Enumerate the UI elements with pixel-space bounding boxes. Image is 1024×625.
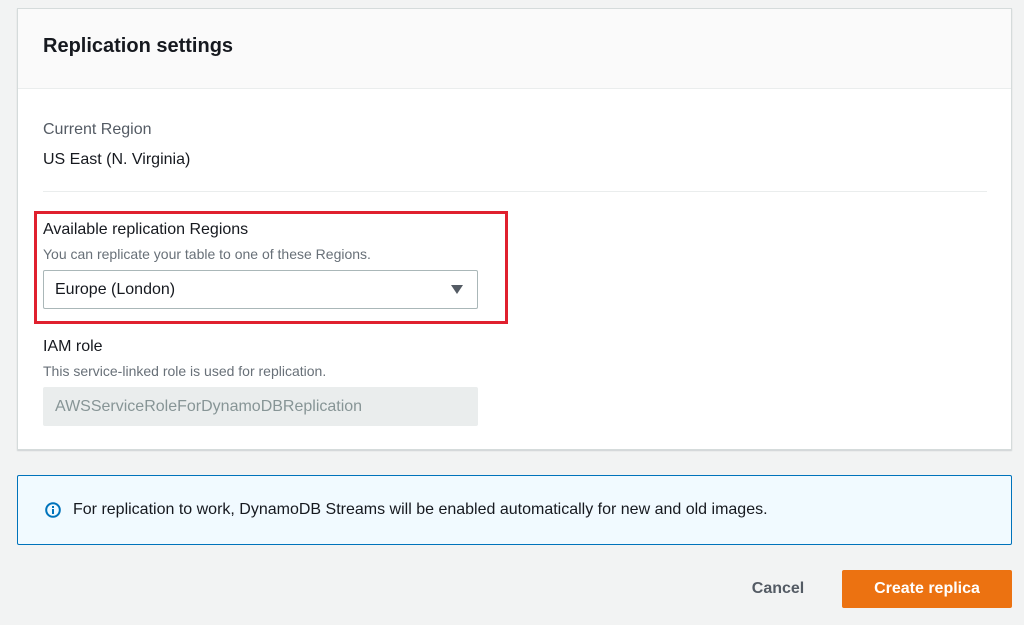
iam-role-description: This service-linked role is used for rep… — [43, 363, 327, 379]
cancel-button[interactable]: Cancel — [735, 570, 821, 608]
info-icon — [45, 502, 61, 518]
current-region-value: US East (N. Virginia) — [43, 151, 191, 168]
info-alert: For replication to work, DynamoDB Stream… — [17, 475, 1012, 545]
iam-role-label: IAM role — [43, 338, 103, 355]
replication-settings-panel: Replication settings Current Region US E… — [17, 8, 1012, 450]
available-regions-description: You can replicate your table to one of t… — [43, 246, 371, 262]
create-replica-button[interactable]: Create replica — [842, 570, 1012, 608]
info-text: For replication to work, DynamoDB Stream… — [73, 501, 768, 518]
section-divider — [43, 191, 987, 192]
available-regions-label: Available replication Regions — [43, 221, 249, 238]
iam-role-value: AWSServiceRoleForDynamoDBReplication — [55, 397, 363, 415]
caret-down-icon — [451, 285, 463, 294]
iam-role-field: AWSServiceRoleForDynamoDBReplication — [43, 387, 478, 426]
current-region-label: Current Region — [43, 121, 152, 138]
region-select-value: Europe (London) — [55, 280, 176, 298]
panel-header: Replication settings — [18, 9, 1011, 89]
panel-title: Replication settings — [43, 35, 234, 57]
region-select[interactable]: Europe (London) — [43, 270, 478, 309]
